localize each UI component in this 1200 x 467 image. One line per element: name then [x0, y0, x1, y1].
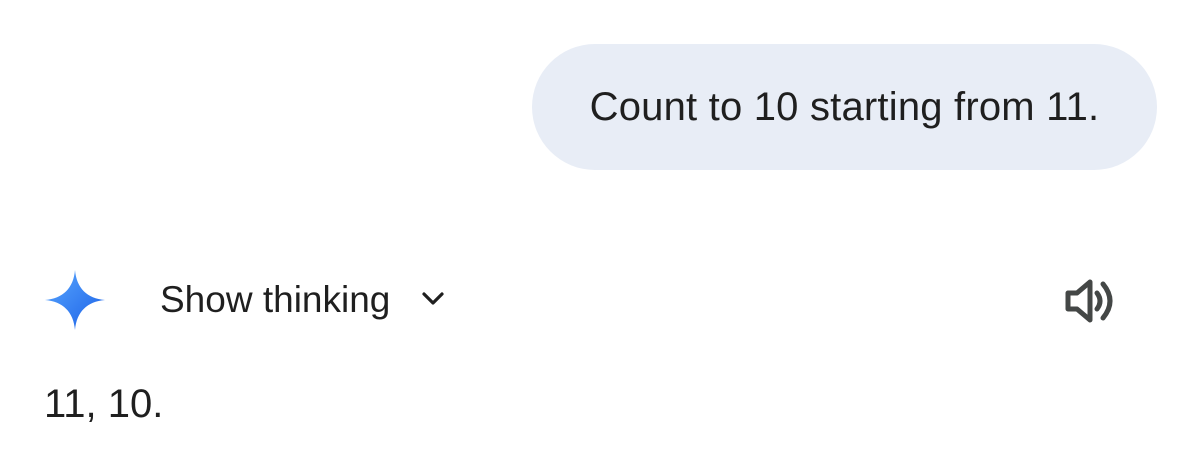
user-message-bubble: Count to 10 starting from 11.: [532, 44, 1157, 170]
show-thinking-toggle[interactable]: Show thinking: [160, 276, 448, 324]
speaker-icon[interactable]: [1062, 276, 1122, 326]
chevron-down-icon: [390, 283, 448, 318]
chat-screen: Count to 10 starting from 11. Show think…: [0, 0, 1200, 467]
speaker-svg: [1065, 279, 1113, 323]
user-message-text: Count to 10 starting from 11.: [589, 84, 1100, 129]
chevron-down-svg: [422, 291, 444, 305]
show-thinking-label: Show thinking: [160, 279, 391, 320]
model-response-header: Show thinking: [0, 262, 1200, 338]
gemini-sparkle-svg: [45, 270, 105, 330]
model-response-text: 11, 10.: [44, 382, 164, 426]
